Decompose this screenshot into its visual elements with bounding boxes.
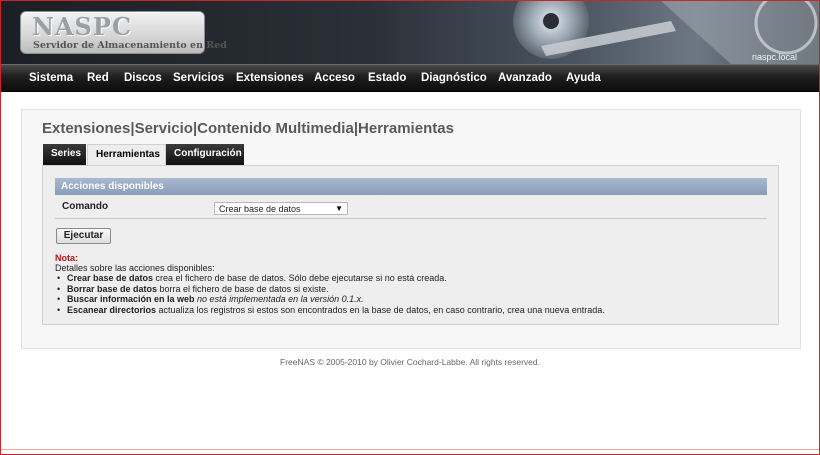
section-header-acciones: Acciones disponibles — [55, 178, 767, 195]
command-select[interactable]: Crear base de datos ▼ — [214, 202, 348, 215]
note-item-term: Buscar información en la web — [67, 294, 195, 304]
list-item: • Borrar base de datos borra el fichero d… — [55, 284, 605, 295]
execute-button[interactable]: Ejecutar — [56, 228, 111, 244]
note-item-text: actualiza los registros si estos son enc… — [156, 304, 605, 315]
footer-copyright: FreeNAS © 2005-2010 by Olivier Cochard-L… — [280, 357, 540, 367]
note-title: Nota: — [55, 253, 78, 263]
nav-item-extensiones[interactable]: Extensiones — [236, 72, 304, 84]
nav-item-acceso[interactable]: Acceso — [314, 72, 355, 84]
header-banner: NASPC Servidor de Almacenamiento en Red … — [1, 1, 819, 64]
tab-herramientas[interactable]: Herramientas — [87, 144, 166, 165]
bullet-icon: • — [57, 294, 61, 304]
logo-subtitle: Servidor de Almacenamiento en Red — [33, 40, 227, 51]
breadcrumb-extensiones[interactable]: Extensiones — [42, 120, 130, 137]
nav-item-red[interactable]: Red — [87, 72, 109, 84]
bullet-icon: • — [57, 304, 61, 315]
dropdown-arrow-icon: ▼ — [335, 204, 343, 213]
nav-item-ayuda[interactable]: Ayuda — [566, 72, 601, 84]
bullet-icon: • — [57, 283, 61, 294]
nav-item-diagnostico[interactable]: Diagnóstico — [421, 72, 487, 84]
command-row: Comando Crear base de datos ▼ — [55, 197, 767, 219]
tab-configuracion[interactable]: Configuración — [166, 144, 244, 165]
nav-item-estado[interactable]: Estado — [368, 72, 406, 84]
logo-title: NASPC — [32, 12, 133, 41]
breadcrumb-contenido-multimedia[interactable]: Contenido Multimedia — [197, 120, 354, 137]
note-item-term: Escanear directorios — [67, 304, 157, 315]
bullet-icon: • — [57, 273, 61, 283]
breadcrumb-servicio[interactable]: Servicio — [135, 120, 193, 137]
nav-item-discos[interactable]: Discos — [124, 72, 162, 84]
note-item-text: borra el fichero de base de datos si exi… — [157, 283, 329, 294]
note-intro: Detalles sobre las acciones disponibles: — [55, 263, 215, 273]
note-item-term: Crear base de datos — [67, 273, 154, 283]
logo[interactable]: NASPC Servidor de Almacenamiento en Red — [20, 11, 227, 54]
note-item-text: no está implementada en la versión 0.1.x… — [194, 294, 364, 304]
tab-series[interactable]: Series — [43, 144, 86, 165]
main-nav: Sistema Red Discos Servicios Extensiones… — [1, 64, 819, 92]
command-label: Comando — [62, 201, 109, 212]
nav-item-servicios[interactable]: Servicios — [173, 72, 224, 84]
hostname: naspc.local — [751, 52, 797, 62]
bottom-divider — [1, 449, 819, 450]
note-item-text: crea el fichero de base de datos. Sólo d… — [153, 273, 447, 283]
list-item: • Buscar información en la web no está im… — [55, 294, 605, 305]
command-select-value: Crear base de datos — [219, 204, 301, 214]
note-list: • Crear base de datos crea el fichero de … — [55, 273, 605, 315]
nav-item-avanzado[interactable]: Avanzado — [498, 72, 552, 84]
breadcrumb-herramientas[interactable]: Herramientas — [358, 120, 454, 137]
note-item-term: Borrar base de datos — [67, 283, 158, 294]
nav-item-sistema[interactable]: Sistema — [29, 72, 73, 84]
list-item: • Escanear directorios actualiza los regi… — [55, 305, 605, 316]
list-item: • Crear base de datos crea el fichero de … — [55, 273, 605, 284]
breadcrumb: Extensiones|Servicio|Contenido Multimedi… — [42, 120, 454, 137]
